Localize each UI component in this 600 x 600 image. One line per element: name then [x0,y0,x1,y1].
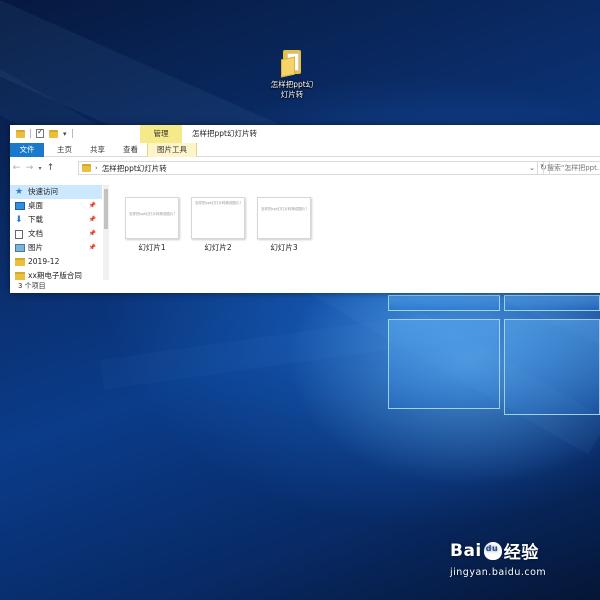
folder-icon [15,258,25,266]
file-list: 怎样把ppt幻灯片转换成图片？ 幻灯片1 怎样把ppt幻灯片转换成图片？ 幻灯片… [114,185,594,280]
scrollbar-thumb[interactable] [104,189,108,229]
slide-thumbnail: 怎样把ppt幻灯片转换成图片？ [191,197,245,239]
address-input[interactable]: › 怎样把ppt幻灯片转 ⌄ [78,161,538,175]
folder-icon [15,272,25,280]
properties-icon[interactable] [36,127,44,138]
tab-share[interactable]: 共享 [81,143,114,157]
folder-icon [16,129,25,138]
slide-thumbnail: 怎样把ppt幻灯片转换成图片？ [125,197,179,239]
nav-item-quick-access[interactable]: ★ 快速访问 [10,185,102,199]
chevron-right-icon[interactable]: › [95,164,98,172]
file-name: 幻灯片3 [270,243,298,252]
file-explorer-window: ▾ 管理 怎样把ppt幻灯片转 文件 主页 共享 查看 图片工具 ← → ▾ ↑… [10,125,600,293]
nav-item-documents[interactable]: 文档 📌 [10,227,102,241]
pin-icon[interactable]: 📌 [89,227,96,241]
slide-thumbnail: 怎样把ppt幻灯片转换成图片？ [257,197,311,239]
new-folder-icon[interactable] [49,129,58,138]
nav-item-downloads[interactable]: ⬇ 下载 📌 [10,213,102,227]
watermark-logo: Bai 经验 [450,538,598,564]
pictures-icon [15,244,25,252]
quick-access-toolbar: ▾ [16,127,73,138]
tab-view[interactable]: 查看 [114,143,147,157]
desktop-folder-label: 怎样把ppt幻 灯片转 [270,80,314,99]
forward-arrow-icon[interactable]: → [23,163,36,173]
file-item-slide-2[interactable]: 怎样把ppt幻灯片转换成图片？ 幻灯片2 [190,197,246,253]
pin-icon[interactable]: 📌 [89,241,96,255]
desktop-folder-shortcut[interactable]: 怎样把ppt幻 灯片转 [262,50,322,100]
folder-icon [281,50,303,78]
status-bar-item-count: 3 个项目 [18,282,46,290]
watermark-url: jingyan.baidu.com [450,567,547,578]
baidu-jingyan-watermark: Bai 经验 jingyan.baidu.com [450,538,598,588]
navigation-pane: ★ 快速访问 桌面 📌 ⬇ 下载 📌 文档 📌 图片 📌 2019-12 xx期… [10,185,102,280]
file-name: 幻灯片1 [138,243,166,252]
file-item-slide-1[interactable]: 怎样把ppt幻灯片转换成图片？ 幻灯片1 [124,197,180,253]
nav-item-desktop[interactable]: 桌面 📌 [10,199,102,213]
address-path: 怎样把ppt幻灯片转 [101,163,167,173]
tab-manage[interactable]: 管理 [140,125,182,143]
tab-home[interactable]: 主页 [48,143,81,157]
search-input[interactable]: 搜索"怎样把ppt... [543,161,600,175]
back-arrow-icon[interactable]: ← [10,163,23,173]
up-arrow-icon[interactable]: ↑ [44,163,57,173]
tab-picture-tools[interactable]: 图片工具 [147,143,197,157]
file-name: 幻灯片2 [204,243,232,252]
nav-item-pictures[interactable]: 图片 📌 [10,241,102,255]
folder-icon [82,164,91,172]
ribbon-tabs: 文件 主页 共享 查看 图片工具 [10,143,600,157]
star-icon: ★ [15,187,24,197]
title-bar: ▾ 管理 怎样把ppt幻灯片转 [10,125,600,143]
recent-locations-chevron-icon[interactable]: ▾ [36,165,44,172]
window-title: 怎样把ppt幻灯片转 [192,129,257,138]
file-item-slide-3[interactable]: 怎样把ppt幻灯片转换成图片？ 幻灯片3 [256,197,312,253]
nav-item-2019-12[interactable]: 2019-12 [10,255,102,269]
windows-logo-backdrop [388,295,600,555]
tab-file[interactable]: 文件 [10,143,44,157]
desktop-icon [15,202,25,210]
pin-icon[interactable]: 📌 [89,199,96,213]
chevron-down-icon[interactable]: ⌄ [529,162,535,174]
pin-icon[interactable]: 📌 [89,213,96,227]
document-icon [15,230,23,239]
address-bar-row: ← → ▾ ↑ › 怎样把ppt幻灯片转 ⌄ ↻ 搜索"怎样把ppt... [10,160,600,176]
navigation-scrollbar[interactable] [103,185,109,280]
customize-toolbar-arrow-icon[interactable]: ▾ [63,130,67,138]
baidu-paw-icon [483,541,502,560]
download-icon: ⬇ [15,215,23,225]
